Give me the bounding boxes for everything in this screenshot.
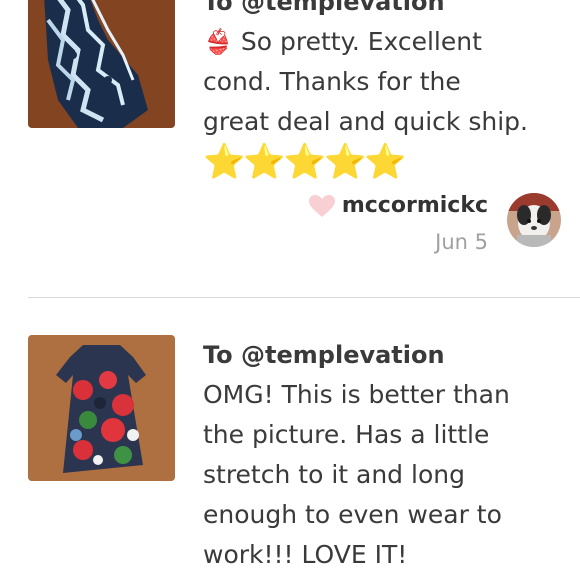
star-rating: ⭐⭐⭐⭐⭐ [203,142,407,182]
note-message-line: great deal and quick ship. [203,107,528,136]
note-message-text: So pretty. Excellent [240,27,482,56]
author-avatar[interactable] [507,193,561,247]
listing-thumbnail-1[interactable] [28,0,175,128]
note-message-line: the picture. Has a little [203,420,490,449]
author-username[interactable]: mccormickc [342,193,488,218]
note-message-line: work!!! LOVE IT! [203,540,408,569]
swimsuit-photo-icon [28,0,175,128]
bikini-emoji: 👙 [203,28,233,56]
floral-dress-photo-icon [28,335,175,481]
note-message-line: stretch to it and long [203,460,465,489]
note-date: Jun 5 [435,230,488,254]
note-recipient: To @templevation [203,341,445,369]
listing-thumbnail-2[interactable] [28,335,175,481]
heart-icon[interactable] [308,194,336,218]
love-note-1: To @templevation 👙 So pretty. Excellent c… [0,0,580,298]
dog-avatar-icon [507,193,561,247]
note-message-line: 👙 So pretty. Excellent [203,22,563,62]
note-message: OMG! This is better than the picture. Ha… [203,375,563,575]
note-message: 👙 So pretty. Excellent cond. Thanks for t… [203,22,563,142]
love-note-2: To @templevation OMG! This is better tha… [0,298,580,580]
note-message-line: cond. Thanks for the [203,67,461,96]
author-row: mccormickc [308,193,488,218]
note-recipient: To @templevation [203,0,445,16]
note-message-line: OMG! This is better than [203,380,510,409]
note-message-line: enough to even wear to [203,500,502,529]
